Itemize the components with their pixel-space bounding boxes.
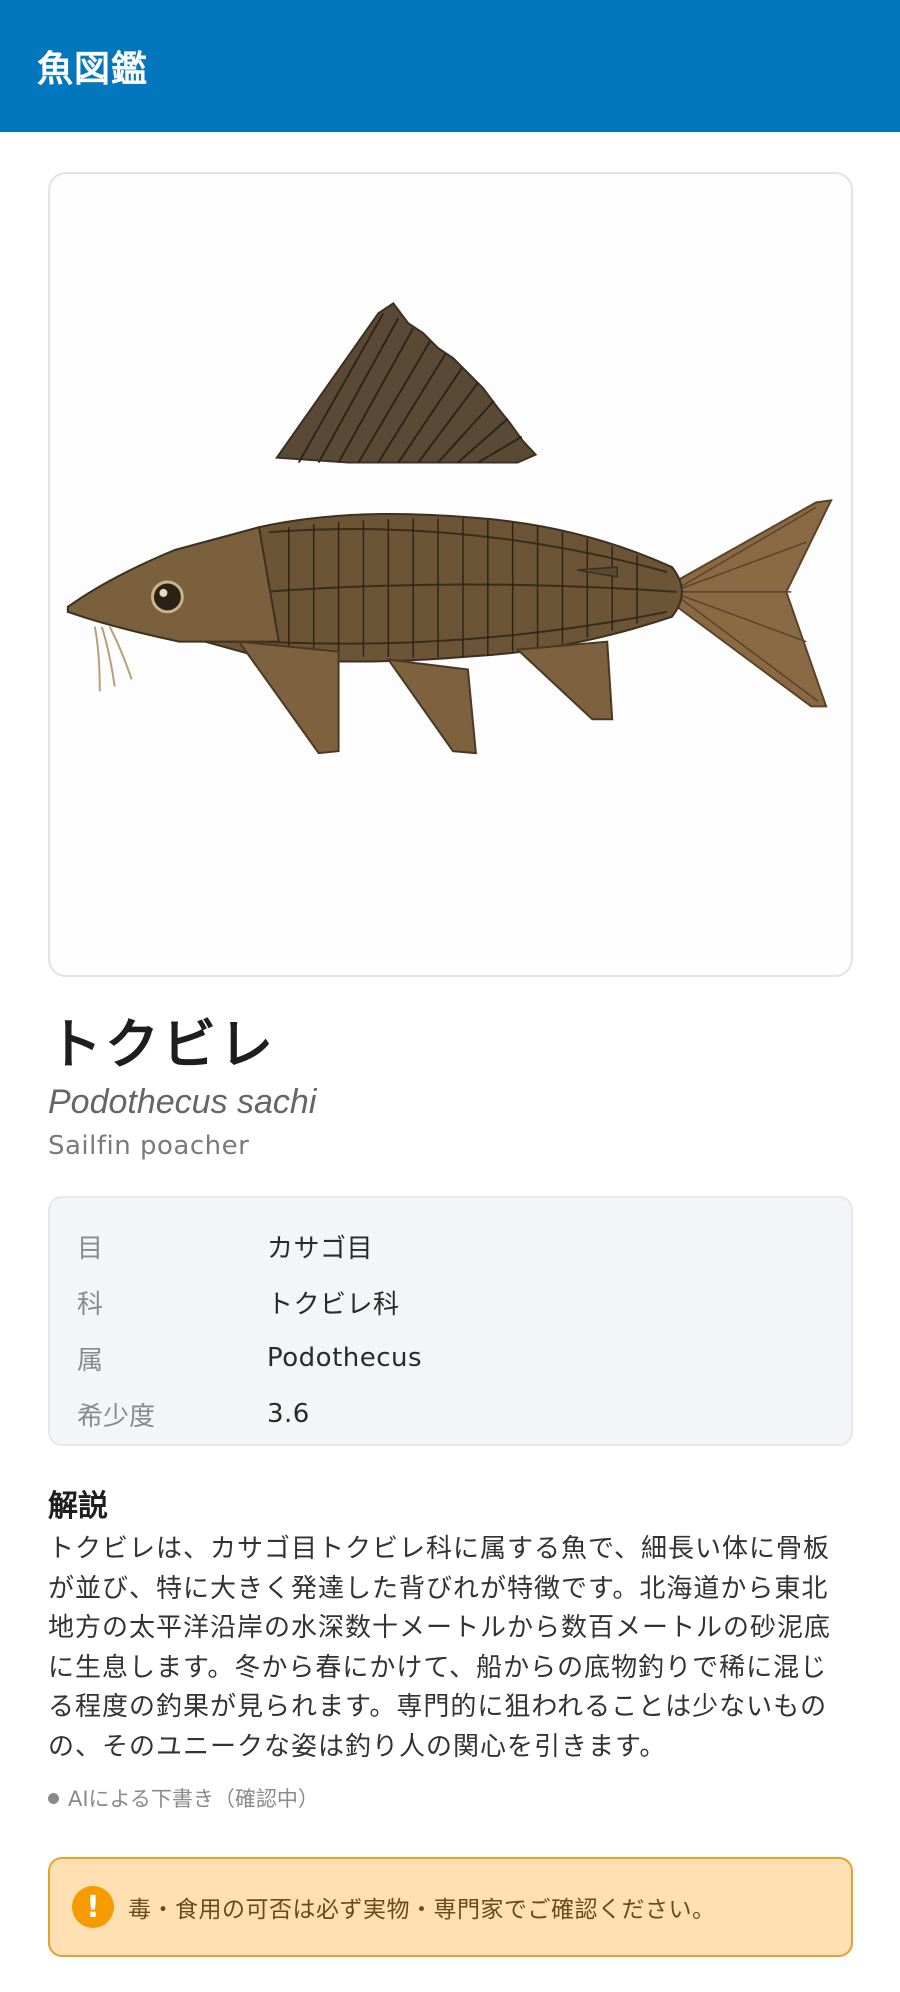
draft-note-text: AIによる下書き（確認中）: [68, 1787, 319, 1811]
draft-note: AIによる下書き（確認中）: [48, 1783, 319, 1813]
taxonomy-label: 目: [77, 1233, 104, 1264]
exclamation-icon: !: [72, 1886, 114, 1928]
fish-illustration-icon: [66, 302, 833, 755]
app-bar: 魚図鑑: [0, 0, 900, 132]
fish-scientific-name: Podothecus sachi: [48, 1083, 317, 1121]
warning-banner: ! 毒・食用の可否は必ず実物・専門家でご確認ください。: [48, 1857, 853, 1957]
taxonomy-table: 目 カサゴ目 科 トクビレ科 属 Podothecus 希少度 3.6: [48, 1196, 853, 1446]
fish-japanese-name: トクビレ: [48, 1013, 276, 1076]
fish-english-name: Sailfin poacher: [48, 1131, 250, 1161]
fish-image-card: [48, 172, 853, 977]
warning-text: 毒・食用の可否は必ず実物・専門家でご確認ください。: [128, 1897, 716, 1923]
taxonomy-label: 科: [77, 1289, 104, 1320]
app-title: 魚図鑑: [37, 49, 149, 90]
taxonomy-row-rarity: 希少度 3.6: [50, 1386, 851, 1442]
taxonomy-value: カサゴ目: [267, 1233, 374, 1264]
status-dot-icon: [48, 1792, 59, 1804]
taxonomy-row-order: 目 カサゴ目: [50, 1218, 851, 1274]
taxonomy-label: 希少度: [77, 1401, 156, 1432]
taxonomy-value: トクビレ科: [267, 1289, 400, 1320]
description-heading: 解説: [48, 1489, 108, 1524]
taxonomy-row-family: 科 トクビレ科: [50, 1274, 851, 1330]
taxonomy-value: Podothecus: [267, 1343, 423, 1373]
taxonomy-value: 3.6: [267, 1399, 310, 1429]
taxonomy-label: 属: [77, 1345, 104, 1376]
taxonomy-row-genus: 属 Podothecus: [50, 1330, 851, 1386]
description-body: トクビレは、カサゴ目トクビレ科に属する魚で、細長い体に骨板が並び、特に大きく発達…: [48, 1534, 832, 1762]
